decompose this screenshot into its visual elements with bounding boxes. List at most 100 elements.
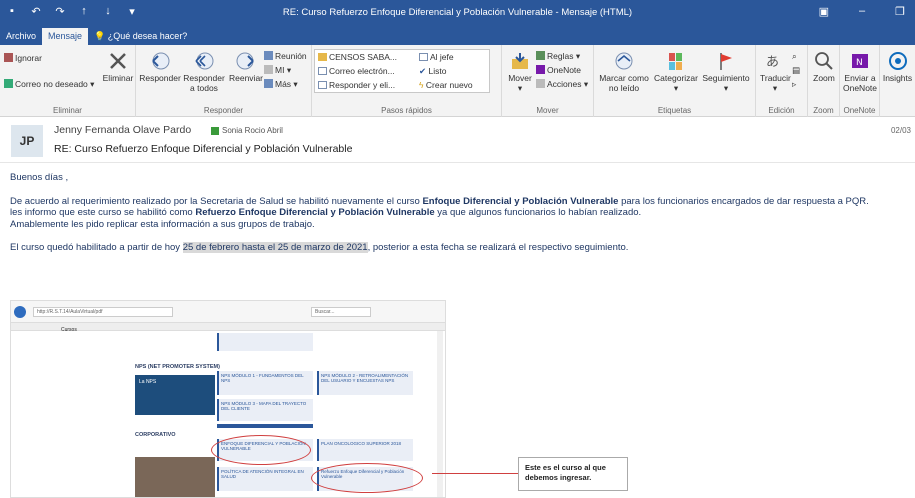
greeting: Buenos días , <box>10 172 69 183</box>
address-bar: http://R.S.T.14/AulaVirtual/pdf <box>33 307 173 317</box>
group-label-edicion: Edición <box>768 106 795 115</box>
reply-button[interactable]: Responder <box>138 51 182 83</box>
quick-step-listo[interactable]: ✔ Listo <box>419 66 446 77</box>
group-label-responder: Responder <box>203 106 244 115</box>
minimize-icon[interactable]: – <box>859 5 865 18</box>
paragraph-3: Amablemente les pido replicar esta infor… <box>10 218 315 230</box>
actions-button[interactable]: Acciones ▾ <box>536 79 588 89</box>
more-button[interactable]: Más ▾ <box>264 79 298 89</box>
actions-icon <box>536 79 545 88</box>
group-responder: Responder Responder a todos Reenviar Reu… <box>136 45 312 117</box>
avatar[interactable]: JP <box>11 125 43 157</box>
quick-step-correo[interactable]: Correo electrón... <box>318 66 395 76</box>
onenote-app-icon: N <box>852 54 868 68</box>
annotation-callout: Este es el curso al que debemos ingresar… <box>518 457 628 491</box>
mark-unread-button[interactable]: Marcar como no leído <box>596 51 652 93</box>
delete-button[interactable]: Eliminar <box>101 51 135 83</box>
quick-steps-gallery: CENSOS SABA... Al jefe Correo electrón..… <box>314 49 490 93</box>
svg-text:N: N <box>856 58 863 68</box>
more-icon <box>264 79 273 88</box>
translate-button[interactable]: あ Traducir ▾ <box>760 51 791 93</box>
sender-name[interactable]: Jenny Fernanda Olave Pardo <box>54 124 191 136</box>
browser-search: Buscar... <box>311 307 371 317</box>
window-title: RE: Curso Refuerzo Enfoque Diferencial y… <box>282 7 633 18</box>
meeting-button[interactable]: Reunión <box>264 51 307 61</box>
svg-text:あ: あ <box>766 55 779 70</box>
im-icon <box>264 65 273 74</box>
junk-icon <box>4 79 13 88</box>
message-body: Buenos días , De acuerdo al requerimient… <box>10 172 910 254</box>
categorize-icon <box>669 53 682 70</box>
window-controls: ▣ – ❐ <box>819 5 905 18</box>
annotation-ellipse-1 <box>211 435 311 465</box>
related-icon[interactable]: ▤ <box>792 65 800 75</box>
follow-up-button[interactable]: Seguimiento ▾ <box>700 51 752 93</box>
title-bar: ▪ ↶ ↷ ↑ ↓ ▾ RE: Curso Refuerzo Enfoque D… <box>0 0 915 26</box>
tab-mensaje[interactable]: Mensaje <box>42 28 89 45</box>
paragraph-1: De acuerdo al requerimiento realizado po… <box>10 195 869 207</box>
annotation-ellipse-2 <box>311 463 423 493</box>
group-label-etiquetas: Etiquetas <box>657 106 692 115</box>
zoom-button[interactable]: Zoom <box>810 51 838 83</box>
move-icon <box>512 53 528 69</box>
course-photo <box>135 457 215 497</box>
quick-step-responder[interactable]: Responder y eli... <box>318 80 395 90</box>
insights-button[interactable]: Insights <box>880 51 915 83</box>
section-nps: NPS (NET PROMOTER SYSTEM) <box>135 364 220 370</box>
unread-icon <box>615 52 633 70</box>
annotation-arrow <box>432 473 518 474</box>
flag-icon <box>720 53 732 70</box>
message-header: JP Jenny Fernanda Olave Pardo Sonia Roci… <box>0 118 915 163</box>
tab-archivo[interactable]: Archivo <box>0 28 42 45</box>
delete-icon <box>110 53 126 69</box>
meeting-icon <box>264 51 273 60</box>
junk-button[interactable]: Correo no deseado ▾ <box>4 79 94 89</box>
find-icon[interactable]: ⌕ <box>792 51 797 61</box>
ribbon-display-icon[interactable]: ▣ <box>819 5 829 18</box>
paragraph-2: les informo que este curso se habilitó c… <box>10 207 642 218</box>
message-subject: RE: Curso Refuerzo Enfoque Diferencial y… <box>54 143 353 155</box>
back-icon <box>14 306 26 318</box>
quick-step-censos[interactable]: CENSOS SABA... <box>318 52 397 62</box>
mail-icon <box>318 67 327 75</box>
browser-tabs: Cursos <box>11 323 445 333</box>
lightbulb-icon: 💡 <box>94 31 108 41</box>
maximize-icon[interactable]: ❐ <box>895 5 905 18</box>
forward-button[interactable]: Reenviar <box>228 51 264 83</box>
ribbon: Ignorar Correo no deseado ▾ Eliminar Eli… <box>0 45 915 117</box>
group-mover: Mover ▾ Reglas ▾ OneNote Acciones ▾ Move… <box>502 45 594 117</box>
move-button[interactable]: Mover ▾ <box>506 51 534 93</box>
rules-button[interactable]: Reglas ▾ <box>536 51 580 61</box>
reply-icon <box>152 52 170 70</box>
im-button[interactable]: MI ▾ <box>264 65 291 75</box>
course-card-politica: POLÍTICA DE ATENCIÓN INTEGRAL EN SALUD <box>217 467 313 491</box>
progress-bar <box>217 424 313 428</box>
translate-icon: あ <box>766 55 779 70</box>
onenote-icon <box>536 65 545 74</box>
categorize-button[interactable]: Categorizar ▾ <box>652 51 700 93</box>
recipient-name[interactable]: Sonia Rocio Abril <box>222 126 283 135</box>
reply-all-button[interactable]: Responder a todos <box>180 51 228 93</box>
group-label-onenote: OneNote <box>843 106 876 115</box>
course-card-nps2: NPS MÓDULO 2 - RETROALIMENTACIÓN DEL USU… <box>317 371 413 395</box>
quick-step-al-jefe[interactable]: Al jefe <box>419 52 454 62</box>
onenote-move-button[interactable]: OneNote <box>536 65 581 75</box>
tell-me-box[interactable]: 💡 ¿Qué desea hacer? <box>88 28 193 45</box>
paragraph-4: El curso quedó habilitado a partir de ho… <box>10 242 629 253</box>
group-pasos-rapidos: CENSOS SABA... Al jefe Correo electrón..… <box>312 45 502 117</box>
forward-mail-icon <box>419 53 428 61</box>
presence-icon <box>211 127 219 135</box>
rules-icon <box>536 51 545 60</box>
course-card-nps3: NPS MÓDULO 3 - MAPA DEL TRAYECTO DEL CLI… <box>217 399 313 421</box>
ignore-icon <box>4 53 13 62</box>
insights-icon <box>888 52 907 70</box>
ignorar-button[interactable]: Ignorar <box>4 53 42 63</box>
group-label-zoom: Zoom <box>813 106 834 115</box>
reply-all-icon <box>195 52 214 70</box>
message-date: 02/03 <box>890 126 911 135</box>
select-icon[interactable]: ▹ <box>792 79 796 89</box>
send-onenote-button[interactable]: N Enviar a OneNote <box>842 51 878 93</box>
course-card-plan: PLAN ONCOLOGICO SUPERIOR 2018 <box>317 439 413 461</box>
quick-step-crear[interactable]: ϟ Crear nuevo <box>419 80 473 90</box>
group-onenote: N Enviar a OneNote OneNote <box>840 45 880 117</box>
